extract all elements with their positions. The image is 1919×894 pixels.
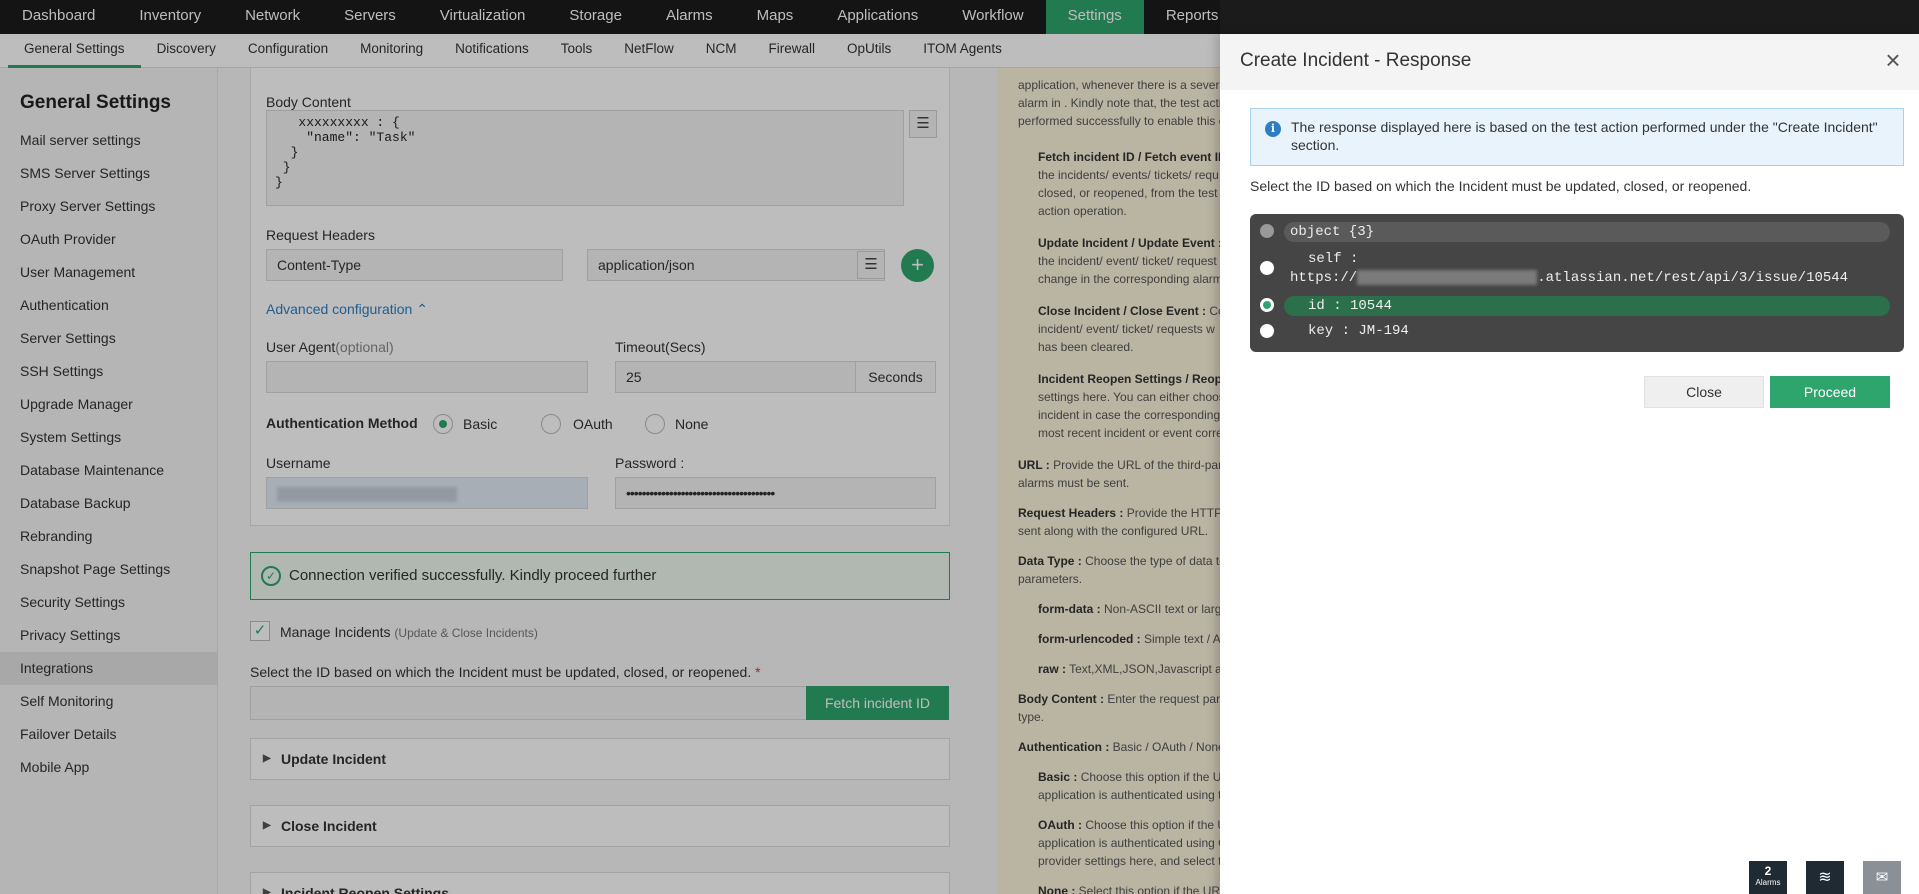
info-text: The response displayed here is based on … <box>1291 119 1878 153</box>
id-radio[interactable] <box>1260 298 1274 312</box>
json-key-node[interactable]: key : JM-194 <box>1284 321 1890 341</box>
alarms-count: 2 <box>1764 864 1772 878</box>
json-id-node[interactable]: id : 10544 <box>1284 296 1890 316</box>
redacted-domain <box>1357 269 1538 285</box>
close-icon[interactable]: × <box>1880 47 1906 74</box>
self-key: self : <box>1308 251 1359 267</box>
close-button[interactable]: Close <box>1644 376 1764 408</box>
self-url: https://.atlassian.net/rest/api/3/issue/… <box>1290 269 1849 286</box>
zia-icon[interactable]: ≋ <box>1806 861 1844 894</box>
alarms-label: Alarms <box>1755 878 1781 887</box>
info-message: i The response displayed here is based o… <box>1250 108 1904 166</box>
object-radio[interactable] <box>1260 224 1274 238</box>
dialog-header: Create Incident - Response × <box>1220 34 1919 90</box>
json-root-node: object {3} <box>1284 222 1890 242</box>
modal-overlay[interactable] <box>0 0 1220 894</box>
info-icon: i <box>1265 121 1281 137</box>
create-incident-response-dialog: Create Incident - Response × i The respo… <box>1220 34 1919 894</box>
key-radio[interactable] <box>1260 324 1274 338</box>
alarms-widget[interactable]: 2 Alarms <box>1749 861 1787 894</box>
json-self-node: self : https://.atlassian.net/rest/api/3… <box>1284 250 1890 288</box>
proceed-button[interactable]: Proceed <box>1770 376 1890 408</box>
self-radio[interactable] <box>1260 261 1274 275</box>
dialog-title: Create Incident - Response <box>1240 50 1472 71</box>
chat-icon[interactable]: ✉ <box>1863 861 1901 894</box>
dialog-instruction: Select the ID based on which the Inciden… <box>1250 178 1752 194</box>
json-response-tree: object {3} self : https://.atlassian.net… <box>1250 214 1904 352</box>
